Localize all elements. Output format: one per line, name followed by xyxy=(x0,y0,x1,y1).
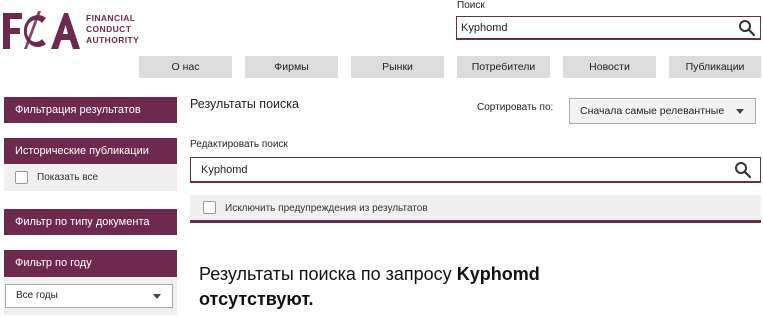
top-search-box xyxy=(456,16,761,40)
sort-select[interactable]: Сначала самые релевантные xyxy=(569,98,756,124)
search-icon[interactable] xyxy=(738,19,756,37)
edit-search-box xyxy=(190,157,761,183)
nav-tab-firms[interactable]: Фирмы xyxy=(245,56,338,78)
exclude-warnings-checkbox[interactable] xyxy=(203,201,216,214)
logo-wordmark: FINANCIAL CONDUCT AUTHORITY xyxy=(86,13,139,46)
fca-logo-mark xyxy=(3,11,80,49)
doc-type-filter-heading[interactable]: Фильтр по типу документа xyxy=(4,209,177,235)
filter-results-heading[interactable]: Фильтрация результатов xyxy=(4,97,177,123)
sort-select-value: Сначала самые релевантные xyxy=(580,105,725,117)
top-search-input[interactable] xyxy=(457,17,727,38)
top-search-label: Поиск xyxy=(457,0,485,11)
nav-tab-about[interactable]: О нас xyxy=(139,56,232,78)
fca-logo[interactable]: FINANCIAL CONDUCT AUTHORITY xyxy=(2,9,152,53)
year-filter-heading[interactable]: Фильтр по году xyxy=(4,250,177,277)
logo-line-3: AUTHORITY xyxy=(86,35,140,45)
chevron-down-icon xyxy=(153,294,161,299)
logo-line-1: FINANCIAL xyxy=(86,13,136,23)
no-results-prefix: Результаты поиска по запросу xyxy=(199,264,452,284)
page-title: Результаты поиска xyxy=(190,97,299,111)
historical-publications-panel: Показать все xyxy=(4,164,177,191)
chevron-down-icon xyxy=(736,109,744,114)
edit-search-label: Редактировать поиск xyxy=(190,139,288,150)
nav-tab-markets[interactable]: Рынки xyxy=(351,56,444,78)
historical-publications-heading[interactable]: Исторические публикации xyxy=(4,138,177,164)
edit-search-input[interactable] xyxy=(191,158,711,181)
logo-line-2: CONDUCT xyxy=(86,24,132,34)
exclude-warnings-label: Исключить предупреждения из результатов xyxy=(225,203,428,214)
year-select-value: Все годы xyxy=(16,290,58,301)
exclude-warnings-bar: Исключить предупреждения из результатов xyxy=(190,195,761,223)
no-results-message: Результаты поиска по запросу Kyphomd отс… xyxy=(199,262,669,312)
nav-tab-news[interactable]: Новости xyxy=(563,56,656,78)
show-all-checkbox[interactable] xyxy=(15,171,28,184)
year-select[interactable]: Все годы xyxy=(5,284,173,308)
no-results-query: Kyphomd xyxy=(456,264,540,284)
show-all-label: Показать все xyxy=(37,172,99,183)
sort-label: Сортировать по: xyxy=(477,102,554,113)
no-results-suffix: отсутствуют. xyxy=(199,289,314,309)
nav-tab-consumers[interactable]: Потребители xyxy=(457,56,550,78)
nav-tab-publications[interactable]: Публикации xyxy=(669,56,761,78)
search-icon[interactable] xyxy=(734,161,752,179)
